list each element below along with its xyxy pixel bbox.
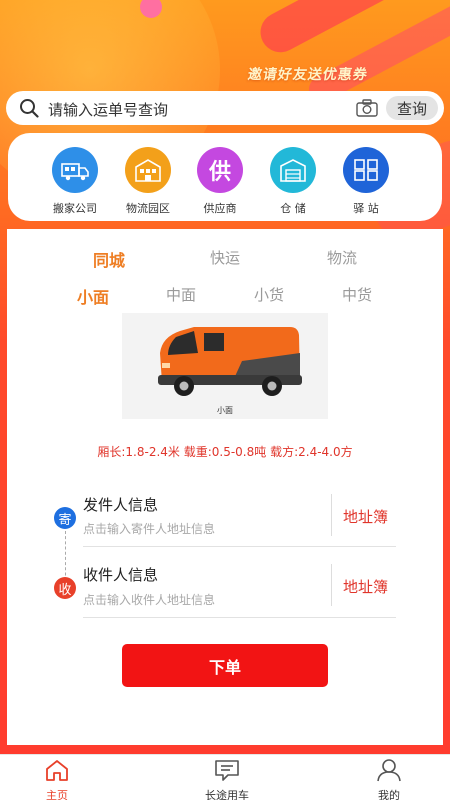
category-grid: 搬家公司 物流园区 供 供应商 仓 储 驿 站 <box>8 133 442 221</box>
category-label: 搬家公司 <box>53 202 97 215</box>
receiver-title[interactable]: 收件人信息 <box>83 564 158 585</box>
camera-scan-icon[interactable] <box>356 99 378 117</box>
tab-logistics[interactable]: 物流 <box>302 247 382 268</box>
vehicle-tab-medium-van[interactable]: 中面 <box>151 284 211 305</box>
search-icon <box>20 99 39 118</box>
tab-express[interactable]: 快运 <box>185 247 265 268</box>
user-icon <box>377 759 401 782</box>
vehicle-tab-small-truck[interactable]: 小货 <box>239 284 299 305</box>
vehicle-tab-medium-truck[interactable]: 中货 <box>327 284 387 305</box>
van-image <box>158 327 302 396</box>
moving-truck-icon <box>52 147 98 193</box>
search-button[interactable]: 查询 <box>386 96 438 120</box>
tab-same-city[interactable]: 同城 <box>69 247 149 271</box>
search-bar[interactable]: 请输入运单号查询 查询 <box>6 91 444 125</box>
tabbar-item-long-distance[interactable]: 长途用车 <box>182 758 272 800</box>
place-order-button[interactable]: 下单 <box>122 644 328 687</box>
promo-banner-text[interactable]: 邀请好友送优惠券 <box>247 64 370 84</box>
divider <box>331 494 332 536</box>
sender-address-book-link[interactable]: 地址簿 <box>343 506 388 527</box>
storage-icon <box>270 147 316 193</box>
tabbar-item-home[interactable]: 主页 <box>12 758 102 800</box>
order-panel: 同城 快运 物流 小面 中面 小货 中货 小面 厢长:1.8-2.4米 载重:0… <box>7 229 443 745</box>
category-logistics-park[interactable]: 物流园区 <box>118 147 178 216</box>
bottom-tab-bar: 主页 长途用车 我的 <box>0 754 450 800</box>
divider <box>83 617 396 618</box>
vehicle-image-card: 小面 <box>122 313 328 419</box>
message-icon <box>215 760 239 781</box>
sender-badge: 寄 <box>54 507 76 529</box>
home-icon <box>46 760 68 781</box>
search-input[interactable]: 请输入运单号查询 <box>48 99 168 120</box>
sender-address-input[interactable]: 点击输入寄件人地址信息 <box>83 520 215 537</box>
sender-title[interactable]: 发件人信息 <box>83 494 158 515</box>
receiver-address-input[interactable]: 点击输入收件人地址信息 <box>83 591 215 608</box>
category-supplier[interactable]: 供 供应商 <box>190 147 250 216</box>
category-label: 驿 站 <box>353 202 379 215</box>
warehouse-building-icon <box>125 147 171 193</box>
category-storage[interactable]: 仓 储 <box>263 147 323 216</box>
vehicle-caption: 小面 <box>217 406 233 415</box>
receiver-address-book-link[interactable]: 地址簿 <box>343 576 388 597</box>
divider <box>83 546 396 547</box>
receiver-badge: 收 <box>54 577 76 599</box>
category-label: 供应商 <box>203 202 237 215</box>
vehicle-specs: 厢长:1.8-2.4米 载重:0.5-0.8吨 载方:2.4-4.0方 <box>97 445 353 459</box>
category-label: 物流园区 <box>126 202 170 215</box>
category-label: 仓 储 <box>280 202 306 215</box>
tabbar-label: 长途用车 <box>205 789 249 800</box>
category-moving-company[interactable]: 搬家公司 <box>45 147 105 216</box>
category-station[interactable]: 驿 站 <box>336 147 396 216</box>
supplier-icon: 供 <box>197 147 243 193</box>
tabbar-label: 主页 <box>46 789 68 800</box>
divider <box>331 564 332 606</box>
vehicle-tab-small-van[interactable]: 小面 <box>63 284 123 308</box>
station-icon <box>343 147 389 193</box>
tabbar-item-me[interactable]: 我的 <box>344 758 434 800</box>
tabbar-label: 我的 <box>378 789 400 800</box>
